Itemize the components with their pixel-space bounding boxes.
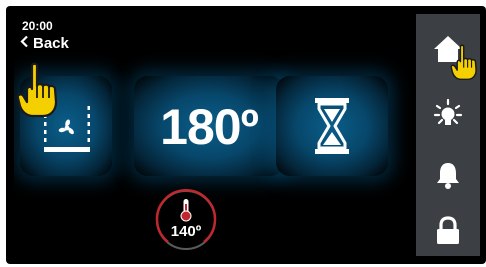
back-button[interactable]: Back xyxy=(20,35,69,52)
temperature-setpoint: 180º xyxy=(160,99,259,155)
lock-icon xyxy=(437,216,459,244)
back-label: Back xyxy=(33,34,69,52)
main-screen: 20:00 Back 180º 140º xyxy=(14,14,416,256)
temperature-tile[interactable]: 180º xyxy=(134,76,284,176)
side-rail xyxy=(416,14,480,256)
alarm-button[interactable] xyxy=(416,150,480,200)
pointing-hand-icon xyxy=(16,62,58,118)
current-temperature-dial[interactable]: 140º xyxy=(154,188,218,252)
clock-time: 20:00 xyxy=(22,19,53,33)
pointing-hand-icon xyxy=(450,44,477,81)
current-temperature: 140º xyxy=(170,223,202,240)
light-icon xyxy=(433,98,463,125)
chevron-left-icon xyxy=(20,35,29,52)
hourglass-icon xyxy=(315,98,349,154)
bell-icon xyxy=(437,163,459,189)
timer-tile[interactable] xyxy=(276,76,388,176)
oven-control-panel: 20:00 Back 180º 140º xyxy=(6,6,486,264)
light-button[interactable] xyxy=(416,88,480,138)
lock-button[interactable] xyxy=(416,206,480,256)
thermometer-icon xyxy=(180,199,192,222)
